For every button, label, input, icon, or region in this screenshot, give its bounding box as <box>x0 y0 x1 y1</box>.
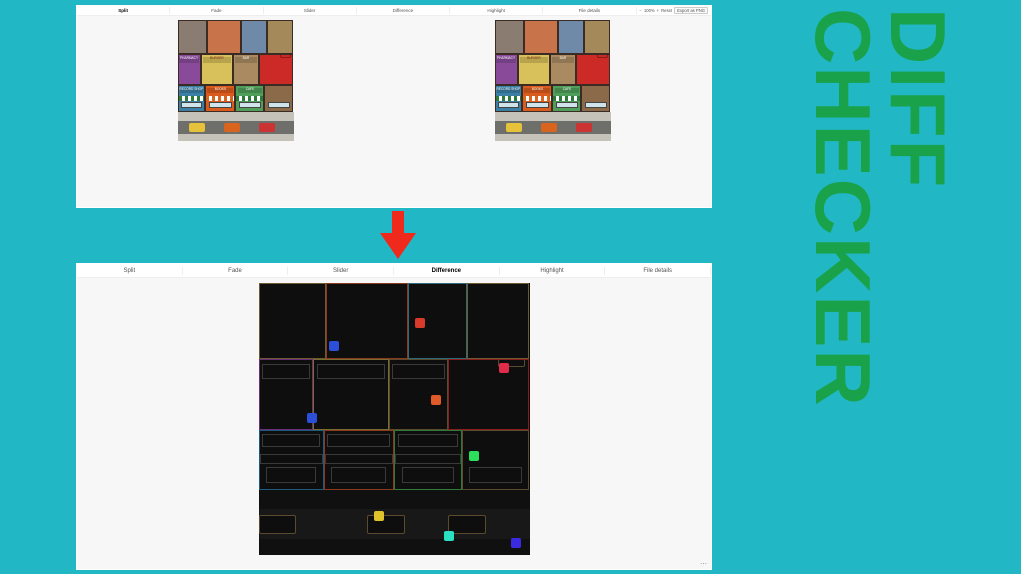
tab-fade[interactable]: Fade <box>183 267 289 275</box>
arrow-down-icon <box>380 211 416 259</box>
changed-image: PHARMACY BURGER BAR RECORD SHOP BOOKS CA… <box>495 20 611 141</box>
difference-image[interactable] <box>259 283 530 555</box>
changed-image-pane[interactable]: PHARMACY BURGER BAR RECORD SHOP BOOKS CA… <box>394 16 711 146</box>
difference-content <box>77 278 711 569</box>
bottom-toolbar: Split Fade Slider Difference Highlight F… <box>77 264 711 278</box>
tab-file-details[interactable]: File details <box>605 267 711 275</box>
page-title: DIFF CHECKER <box>805 8 955 574</box>
sign-record: RECORD SHOP <box>180 88 204 93</box>
diff-spot <box>307 413 317 423</box>
sign-books: BOOKS <box>207 88 233 93</box>
diff-spot <box>469 451 479 461</box>
top-toolbar: Split Fade Slider Difference Highlight F… <box>77 6 711 16</box>
reset-button[interactable]: Reset <box>661 8 672 13</box>
tab-file-details[interactable]: File details <box>543 7 636 14</box>
toolbar-right: − 100% + Reset Export as PNG <box>637 7 712 14</box>
zoom-out-icon[interactable]: − <box>640 8 642 13</box>
more-icon[interactable]: ⋯ <box>700 560 707 568</box>
sign-pharmacy: PHARMACY <box>179 57 199 63</box>
tab-fade[interactable]: Fade <box>170 7 263 14</box>
diff-spot <box>444 531 454 541</box>
bus-icon <box>280 54 291 58</box>
sign-burger: BURGER <box>203 57 231 63</box>
tab-highlight[interactable]: Highlight <box>500 267 606 275</box>
tab-split[interactable]: Split <box>77 267 183 275</box>
split-view-panel: Split Fade Slider Difference Highlight F… <box>76 5 712 208</box>
tab-difference[interactable]: Difference <box>357 7 450 14</box>
diff-spot <box>329 341 339 351</box>
diff-spot <box>374 511 384 521</box>
original-image-pane[interactable]: PHARMACY BURGER BAR RECORD SHOP BOOKS CA… <box>77 16 394 146</box>
car-icon <box>259 123 275 132</box>
original-image: PHARMACY BURGER BAR RECORD SHOP BOOKS CA… <box>178 20 294 141</box>
car-icon <box>189 123 205 132</box>
tab-slider[interactable]: Slider <box>264 7 357 14</box>
diff-spot <box>511 538 521 548</box>
tab-difference[interactable]: Difference <box>394 267 500 275</box>
zoom-in-icon[interactable]: + <box>657 8 659 13</box>
difference-view-panel: Split Fade Slider Difference Highlight F… <box>76 263 712 570</box>
diff-spot <box>415 318 425 328</box>
tab-slider[interactable]: Slider <box>288 267 394 275</box>
tab-highlight[interactable]: Highlight <box>450 7 543 14</box>
car-icon <box>224 123 240 132</box>
zoom-value: 100% <box>644 8 655 13</box>
export-button[interactable]: Export as PNG <box>674 7 708 14</box>
tab-split[interactable]: Split <box>77 7 170 14</box>
sign-bar: BAR <box>235 57 257 63</box>
diff-spot <box>431 395 441 405</box>
diff-spot <box>499 363 509 373</box>
sign-cafe: CAFE <box>238 88 263 93</box>
split-content: PHARMACY BURGER BAR RECORD SHOP BOOKS CA… <box>77 16 711 207</box>
